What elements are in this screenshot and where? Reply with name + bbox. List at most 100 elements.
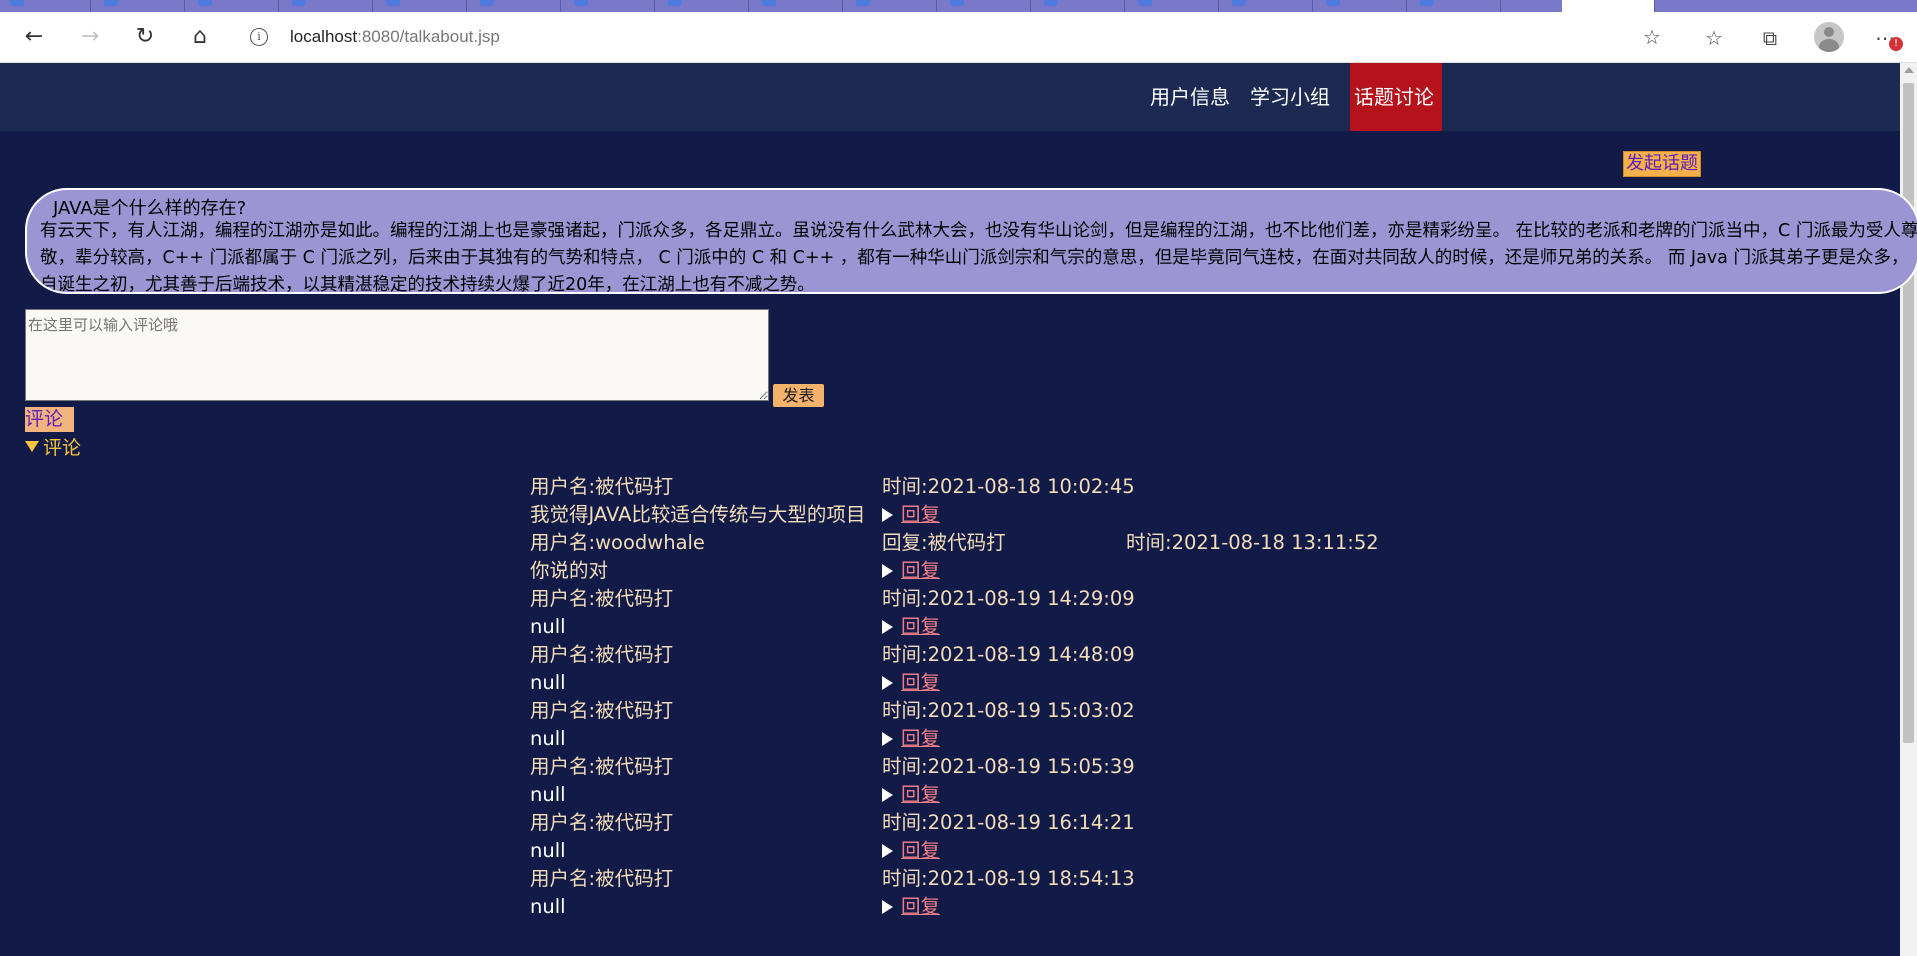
tab-favicon-icon bbox=[292, 0, 306, 6]
start-topic-button[interactable]: 发起话题 bbox=[1623, 151, 1701, 177]
profile-avatar[interactable] bbox=[1814, 22, 1844, 52]
forward-icon[interactable]: → bbox=[76, 24, 104, 50]
address-url[interactable]: localhost:8080/talkabout.jsp bbox=[290, 27, 500, 47]
browser-tab-strip bbox=[0, 0, 1917, 12]
browser-tab[interactable] bbox=[564, 0, 655, 12]
comment-time: 时间:2021-08-18 13:11:52 bbox=[1126, 531, 1379, 554]
reply-toggle[interactable]: 回复 bbox=[882, 837, 940, 865]
reply-link[interactable]: 回复 bbox=[901, 783, 940, 806]
browser-tab[interactable] bbox=[188, 0, 279, 12]
browser-tab[interactable] bbox=[282, 0, 373, 12]
topic-card: JAVA是个什么样的存在? 有云天下，有人江湖，编程的江湖亦是如此。编程的江湖上… bbox=[25, 188, 1917, 294]
comment-content: null bbox=[530, 671, 566, 694]
browser-tab[interactable] bbox=[658, 0, 749, 12]
url-path: :8080/talkabout.jsp bbox=[357, 27, 500, 46]
collections-icon[interactable]: ⧉ bbox=[1758, 26, 1782, 50]
reply-link[interactable]: 回复 bbox=[901, 503, 940, 526]
tab-favicon-icon bbox=[104, 0, 118, 6]
caret-right-icon bbox=[882, 676, 893, 690]
comment-username: 用户名:woodwhale bbox=[530, 531, 705, 554]
reply-toggle[interactable]: 回复 bbox=[882, 893, 940, 921]
comment-time: 时间:2021-08-19 16:14:21 bbox=[882, 811, 1135, 834]
reply-link[interactable]: 回复 bbox=[901, 671, 940, 694]
browser-tab[interactable] bbox=[1410, 0, 1501, 12]
browser-tab[interactable] bbox=[470, 0, 561, 12]
caret-right-icon bbox=[882, 564, 893, 578]
comment-input[interactable] bbox=[25, 309, 769, 401]
comment-content: null bbox=[530, 839, 566, 862]
caret-right-icon bbox=[882, 844, 893, 858]
browser-tab[interactable] bbox=[940, 0, 1031, 12]
tab-favicon-icon bbox=[10, 0, 24, 6]
comment-username: 用户名:被代码打 bbox=[530, 867, 674, 890]
browser-tab[interactable] bbox=[752, 0, 843, 12]
reply-link[interactable]: 回复 bbox=[901, 895, 940, 918]
comment-content: null bbox=[530, 895, 566, 918]
address-bar[interactable]: i localhost:8080/talkabout.jsp ☆ bbox=[236, 20, 1678, 54]
browser-toolbar: ← → ↻ ⌂ i localhost:8080/talkabout.jsp ☆… bbox=[0, 12, 1917, 63]
tab-favicon-icon bbox=[1326, 0, 1340, 6]
reply-toggle[interactable]: 回复 bbox=[882, 557, 940, 585]
comment-username: 用户名:被代码打 bbox=[530, 475, 674, 498]
reply-link[interactable]: 回复 bbox=[901, 559, 940, 582]
comment-button[interactable]: 评论 bbox=[25, 407, 74, 432]
nav-user-info[interactable]: 用户信息 bbox=[1146, 63, 1234, 131]
tab-favicon-icon bbox=[856, 0, 870, 6]
publish-button[interactable]: 发表 bbox=[773, 384, 824, 407]
comment-content: 你说的对 bbox=[530, 559, 609, 582]
browser-tab[interactable] bbox=[0, 0, 91, 12]
browser-tab[interactable] bbox=[1128, 0, 1219, 12]
favorites-icon[interactable]: ☆ bbox=[1702, 26, 1726, 50]
browser-tab[interactable] bbox=[1316, 0, 1407, 12]
comment-time: 时间:2021-08-19 14:48:09 bbox=[882, 643, 1135, 666]
browser-tab-active[interactable] bbox=[1562, 0, 1655, 12]
browser-tab[interactable] bbox=[94, 0, 185, 12]
scroll-up-icon[interactable] bbox=[1904, 67, 1914, 73]
reply-link[interactable]: 回复 bbox=[901, 727, 940, 750]
comment-username: 用户名:被代码打 bbox=[530, 699, 674, 722]
reply-toggle[interactable]: 回复 bbox=[882, 613, 940, 641]
nav-study-group[interactable]: 学习小组 bbox=[1246, 63, 1334, 131]
comments-toggle[interactable]: 评论 bbox=[25, 436, 81, 460]
comment-username: 用户名:被代码打 bbox=[530, 755, 674, 778]
tab-favicon-icon bbox=[574, 0, 588, 6]
add-favorite-icon[interactable]: ☆ bbox=[1640, 25, 1664, 49]
caret-right-icon bbox=[882, 508, 893, 522]
topic-body: 有云天下，有人江湖，编程的江湖亦是如此。编程的江湖上也是豪强诸起，门派众多，各足… bbox=[40, 221, 1917, 294]
tab-favicon-icon bbox=[950, 0, 964, 6]
url-host: localhost bbox=[290, 27, 358, 46]
comment-reply-to: 回复:被代码打 bbox=[882, 531, 1006, 554]
comment-time: 时间:2021-08-19 15:03:02 bbox=[882, 699, 1135, 722]
reply-link[interactable]: 回复 bbox=[901, 839, 940, 862]
scrollbar-thumb[interactable] bbox=[1903, 83, 1914, 743]
site-info-icon[interactable]: i bbox=[250, 28, 268, 46]
back-icon[interactable]: ← bbox=[20, 24, 48, 50]
tab-favicon-icon bbox=[1138, 0, 1152, 6]
tab-favicon-icon bbox=[1044, 0, 1058, 6]
refresh-icon[interactable]: ↻ bbox=[131, 24, 159, 50]
comment-username: 用户名:被代码打 bbox=[530, 811, 674, 834]
comment-time: 时间:2021-08-19 14:29:09 bbox=[882, 587, 1135, 610]
tab-favicon-icon bbox=[198, 0, 212, 6]
reply-toggle[interactable]: 回复 bbox=[882, 725, 940, 753]
caret-right-icon bbox=[882, 732, 893, 746]
reply-link[interactable]: 回复 bbox=[901, 615, 940, 638]
comment-time: 时间:2021-08-18 10:02:45 bbox=[882, 475, 1135, 498]
site-navbar: 用户信息 学习小组 话题讨论 bbox=[0, 63, 1900, 131]
comment-time: 时间:2021-08-19 18:54:13 bbox=[882, 867, 1135, 890]
browser-tab[interactable] bbox=[846, 0, 937, 12]
reply-toggle[interactable]: 回复 bbox=[882, 501, 940, 529]
tab-favicon-icon bbox=[762, 0, 776, 6]
comment-username: 用户名:被代码打 bbox=[530, 643, 674, 666]
home-icon[interactable]: ⌂ bbox=[186, 24, 214, 50]
tab-favicon-icon bbox=[386, 0, 400, 6]
comment-content: null bbox=[530, 727, 566, 750]
tab-favicon-icon bbox=[1420, 0, 1434, 6]
reply-toggle[interactable]: 回复 bbox=[882, 781, 940, 809]
browser-tab[interactable] bbox=[1034, 0, 1125, 12]
browser-tab[interactable] bbox=[376, 0, 467, 12]
comments-summary-label: 评论 bbox=[43, 437, 82, 459]
reply-toggle[interactable]: 回复 bbox=[882, 669, 940, 697]
nav-topic-discussion[interactable]: 话题讨论 bbox=[1350, 63, 1442, 131]
browser-tab[interactable] bbox=[1222, 0, 1313, 12]
